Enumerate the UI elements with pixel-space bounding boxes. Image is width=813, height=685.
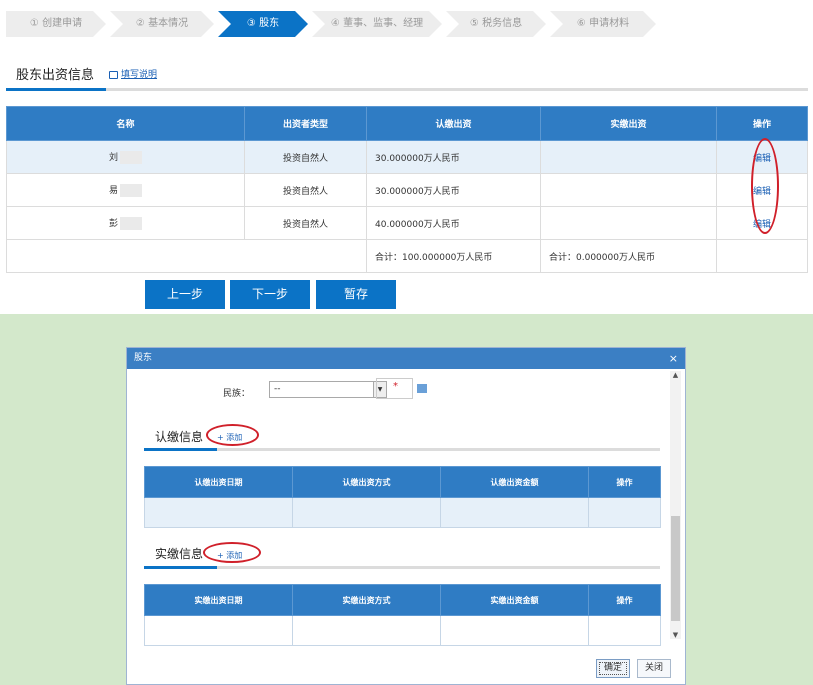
close-icon[interactable]: ×: [669, 348, 678, 369]
table-row: 刘 投资自然人 30.000000万人民币 编辑: [6, 140, 808, 174]
col-action: 操作: [716, 106, 808, 141]
col-paid-amount: 实缴出资金额: [440, 584, 589, 616]
ethnicity-label: 民族：: [223, 389, 251, 399]
shareholder-subscribed: 40.000000万人民币: [366, 206, 541, 240]
confirm-button[interactable]: 确定: [596, 659, 630, 678]
annotation-circle: [751, 138, 779, 234]
col-subscribed-method: 认缴出资方式: [292, 466, 441, 498]
total-subscribed: 合计：100.000000万人民币: [366, 239, 541, 273]
shareholder-name: 易: [6, 173, 245, 207]
shareholder-subscribed: 30.000000万人民币: [366, 173, 541, 207]
step-shareholders[interactable]: ③ 股东: [218, 11, 308, 37]
shareholder-paid: [540, 206, 717, 240]
shareholder-subscribed: 30.000000万人民币: [366, 140, 541, 174]
shareholder-name: 彭: [6, 206, 245, 240]
shareholder-type: 投资自然人: [244, 140, 367, 174]
col-subscribed-amount: 认缴出资金额: [440, 466, 589, 498]
paid-divider: [144, 566, 660, 569]
shareholder-dialog: 股东 × ▲ ▼ 民族： -- ▼ * 认缴信息 + 添加 认缴出资日期 认缴出…: [126, 347, 686, 685]
step-tax-info[interactable]: ⑤ 税务信息: [446, 11, 546, 37]
table-row: [144, 615, 661, 646]
table-row: 易 投资自然人 30.000000万人民币 编辑: [6, 173, 808, 207]
help-link-label: 填写说明: [121, 70, 158, 80]
step-basic-info[interactable]: ② 基本情况: [110, 11, 214, 37]
prev-step-button[interactable]: 上一步: [145, 280, 225, 309]
total-paid: 合计：0.000000万人民币: [540, 239, 717, 273]
dialog-scrollbar[interactable]: ▲ ▼: [670, 371, 681, 639]
save-draft-button[interactable]: 暂存: [316, 280, 396, 309]
annotation-circle: [203, 542, 261, 563]
shareholder-type: 投资自然人: [244, 173, 367, 207]
shareholder-type: 投资自然人: [244, 206, 367, 240]
help-link[interactable]: 填写说明: [109, 67, 157, 80]
subscribed-divider: [144, 448, 660, 451]
shareholder-name: 刘: [6, 140, 245, 174]
table-total-row: 合计：100.000000万人民币 合计：0.000000万人民币: [6, 239, 808, 273]
shareholder-paid: [540, 173, 717, 207]
col-subscribed: 认缴出资: [366, 106, 541, 141]
table-row: 彭 投资自然人 40.000000万人民币 编辑: [6, 206, 808, 240]
shareholder-table: 名称 出资者类型 认缴出资 实缴出资 操作 刘 投资自然人 30.000000万…: [6, 106, 808, 273]
step-create-application[interactable]: ① 创建申请: [6, 11, 106, 37]
step-progress-bar: ① 创建申请 ② 基本情况 ③ 股东 ④ 董事、监事、经理 ⑤ 税务信息 ⑥ 申…: [6, 11, 656, 37]
paid-section-title: 实缴信息: [155, 547, 204, 561]
dialog-title: 股东: [134, 353, 153, 363]
close-button[interactable]: 关闭: [637, 659, 671, 678]
subscribed-table: 认缴出资日期 认缴出资方式 认缴出资金额 操作: [144, 466, 661, 528]
col-name: 名称: [6, 106, 245, 141]
book-icon: [109, 70, 118, 79]
calendar-icon[interactable]: [417, 384, 427, 393]
step-materials[interactable]: ⑥ 申请材料: [550, 11, 656, 37]
shareholder-paid: [540, 140, 717, 174]
paid-table: 实缴出资日期 实缴出资方式 实缴出资金额 操作: [144, 584, 661, 646]
table-header-row: 名称 出资者类型 认缴出资 实缴出资 操作: [6, 106, 808, 141]
annotation-circle: [206, 424, 259, 446]
col-type: 出资者类型: [244, 106, 367, 141]
col-subscribed-date: 认缴出资日期: [144, 466, 293, 498]
dialog-header: 股东 ×: [127, 348, 685, 369]
col-paid-action: 操作: [588, 584, 661, 616]
section-title: 股东出资信息: [16, 68, 95, 83]
scroll-down-icon[interactable]: ▼: [670, 631, 681, 639]
col-paid-method: 实缴出资方式: [292, 584, 441, 616]
scroll-up-icon[interactable]: ▲: [670, 371, 681, 379]
subscribed-section-title: 认缴信息: [155, 430, 204, 444]
step-directors[interactable]: ④ 董事、监事、经理: [312, 11, 442, 37]
col-paid-date: 实缴出资日期: [144, 584, 293, 616]
table-header-row: 认缴出资日期 认缴出资方式 认缴出资金额 操作: [144, 466, 661, 498]
next-step-button[interactable]: 下一步: [230, 280, 310, 309]
col-paid: 实缴出资: [540, 106, 717, 141]
ethnicity-text-input[interactable]: [376, 378, 413, 399]
col-subscribed-action: 操作: [588, 466, 661, 498]
table-header-row: 实缴出资日期 实缴出资方式 实缴出资金额 操作: [144, 584, 661, 616]
scrollbar-thumb[interactable]: [671, 516, 680, 621]
ethnicity-select[interactable]: -- ▼: [269, 381, 387, 398]
table-row: [144, 497, 661, 528]
section-divider: [6, 88, 808, 91]
